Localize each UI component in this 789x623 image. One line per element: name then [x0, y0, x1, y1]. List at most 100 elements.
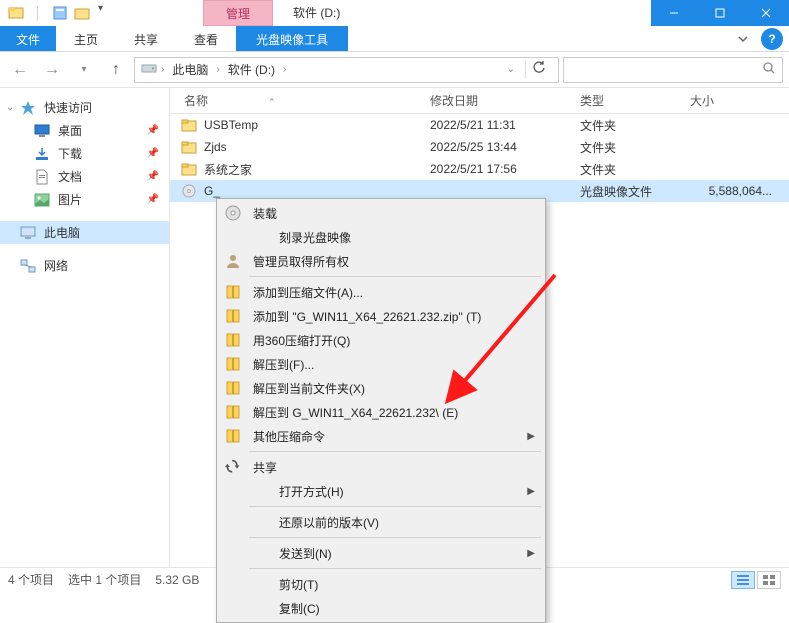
ctx-label: 发送到(N) — [253, 545, 517, 562]
file-tab[interactable]: 文件 — [0, 26, 56, 51]
share-icon — [223, 457, 243, 477]
sidebar-label: 图片 — [58, 191, 82, 208]
zip-icon — [223, 306, 243, 326]
breadcrumb-drive[interactable]: 软件 (D:) — [224, 59, 279, 80]
maximize-button[interactable] — [697, 0, 743, 26]
qat-separator: │ — [28, 3, 48, 23]
qat-dropdown-icon[interactable]: ▾ — [98, 3, 103, 23]
file-type: 文件夹 — [580, 117, 690, 134]
ctx-send-to[interactable]: 发送到(N) ▶ — [219, 541, 543, 565]
zip-icon — [223, 378, 243, 398]
up-button[interactable]: ↑ — [102, 56, 130, 84]
crumb-sep[interactable]: › — [216, 64, 219, 75]
quick-access-toolbar: │ ▾ — [0, 3, 103, 23]
ctx-cut[interactable]: 剪切(T) — [219, 572, 543, 596]
new-folder-icon[interactable] — [72, 3, 92, 23]
sidebar-label: 下载 — [58, 145, 82, 162]
file-date: 2022/5/21 17:56 — [430, 162, 580, 176]
ctx-label: 打开方式(H) — [253, 483, 517, 500]
col-date-header[interactable]: 修改日期 — [430, 92, 580, 109]
home-tab[interactable]: 主页 — [56, 26, 116, 51]
file-name: G_ — [204, 184, 220, 198]
separator — [249, 276, 541, 277]
ctx-mount[interactable]: 装载 — [219, 201, 543, 225]
folder-row[interactable]: USBTemp2022/5/21 11:31文件夹 — [170, 114, 789, 136]
ctx-label: 解压到当前文件夹(X) — [253, 380, 535, 397]
col-type-header[interactable]: 类型 — [580, 92, 690, 109]
separator — [249, 568, 541, 569]
pin-icon: 📌 — [147, 171, 159, 182]
app-icon — [6, 3, 26, 23]
share-tab[interactable]: 共享 — [116, 26, 176, 51]
details-view-button[interactable] — [731, 571, 755, 589]
sidebar-label: 文档 — [58, 168, 82, 185]
disc-tools-tab[interactable]: 光盘映像工具 — [236, 26, 348, 51]
desktop-icon — [34, 123, 50, 139]
sidebar-pictures[interactable]: 图片 📌 — [0, 188, 169, 211]
ribbon-expand-icon[interactable] — [731, 26, 755, 51]
ctx-label: 刻录光盘映像 — [253, 229, 535, 246]
folder-icon — [180, 161, 198, 177]
help-button[interactable]: ? — [761, 28, 783, 50]
forward-button[interactable]: → — [38, 56, 66, 84]
ctx-label: 装载 — [253, 205, 535, 222]
sidebar-network[interactable]: 网络 — [0, 254, 169, 277]
context-menu: 装载 刻录光盘映像 管理员取得所有权 添加到压缩文件(A)... 添加到 "G_… — [216, 198, 546, 623]
refresh-button[interactable] — [525, 61, 552, 78]
col-name-header[interactable]: 名称⌃ — [178, 92, 430, 109]
contextual-tab-group: 管理 软件 (D:) — [203, 0, 360, 26]
quick-access-group[interactable]: ⌄ 快速访问 — [0, 96, 169, 119]
crumb-sep[interactable]: › — [161, 64, 164, 75]
zip-icon — [223, 426, 243, 446]
ctx-burn[interactable]: 刻录光盘映像 — [219, 225, 543, 249]
properties-icon[interactable] — [50, 3, 70, 23]
recent-dropdown-icon[interactable]: ▾ — [70, 56, 98, 84]
crumb-sep[interactable]: › — [283, 64, 286, 75]
breadcrumb-pc[interactable]: 此电脑 — [168, 59, 212, 80]
sidebar-this-pc[interactable]: 此电脑 — [0, 221, 169, 244]
sidebar-documents[interactable]: 文档 📌 — [0, 165, 169, 188]
ctx-open-with[interactable]: 打开方式(H) ▶ — [219, 479, 543, 503]
disc-image-icon — [180, 183, 198, 199]
sidebar-desktop[interactable]: 桌面 📌 — [0, 119, 169, 142]
status-size: 5.32 GB — [155, 573, 199, 587]
chevron-down-icon[interactable]: ⌄ — [6, 102, 14, 113]
ctx-other-compress[interactable]: 其他压缩命令 ▶ — [219, 424, 543, 448]
ctx-copy[interactable]: 复制(C) — [219, 596, 543, 620]
ctx-extract-here[interactable]: 解压到当前文件夹(X) — [219, 376, 543, 400]
address-dropdown-icon[interactable]: ⌄ — [501, 64, 521, 75]
search-box[interactable] — [563, 57, 783, 83]
address-bar[interactable]: › 此电脑 › 软件 (D:) › ⌄ — [134, 57, 559, 83]
ctx-add-to-zip[interactable]: 添加到 "G_WIN11_X64_22621.232.zip" (T) — [219, 304, 543, 328]
pin-icon: 📌 — [147, 194, 159, 205]
sort-indicator-icon: ⌃ — [268, 97, 276, 107]
sidebar-label: 此电脑 — [44, 224, 80, 241]
file-type: 文件夹 — [580, 161, 690, 178]
ctx-share[interactable]: 共享 — [219, 455, 543, 479]
pin-icon: 📌 — [147, 148, 159, 159]
thumbnail-view-button[interactable] — [757, 571, 781, 589]
ctx-admin-ownership[interactable]: 管理员取得所有权 — [219, 249, 543, 273]
minimize-button[interactable] — [651, 0, 697, 26]
address-bar-row: ← → ▾ ↑ › 此电脑 › 软件 (D:) › ⌄ — [0, 52, 789, 88]
folder-row[interactable]: Zjds2022/5/25 13:44文件夹 — [170, 136, 789, 158]
tools-contextual-tab[interactable]: 管理 — [203, 0, 273, 26]
ctx-open-360[interactable]: 用360压缩打开(Q) — [219, 328, 543, 352]
ctx-extract-to[interactable]: 解压到(F)... — [219, 352, 543, 376]
ctx-restore-versions[interactable]: 还原以前的版本(V) — [219, 510, 543, 534]
ctx-label: 还原以前的版本(V) — [253, 514, 535, 531]
view-tab[interactable]: 查看 — [176, 26, 236, 51]
folder-row[interactable]: 系统之家2022/5/21 17:56文件夹 — [170, 158, 789, 180]
document-icon — [34, 169, 50, 185]
file-date: 2022/5/21 11:31 — [430, 118, 580, 132]
ctx-label: 添加到压缩文件(A)... — [253, 284, 535, 301]
col-size-header[interactable]: 大小 — [690, 92, 780, 109]
close-button[interactable] — [743, 0, 789, 26]
file-date: 2022/5/25 13:44 — [430, 140, 580, 154]
ctx-add-archive[interactable]: 添加到压缩文件(A)... — [219, 280, 543, 304]
ctx-label: 共享 — [253, 459, 535, 476]
back-button[interactable]: ← — [6, 56, 34, 84]
zip-icon — [223, 354, 243, 374]
sidebar-downloads[interactable]: 下载 📌 — [0, 142, 169, 165]
ctx-extract-named[interactable]: 解压到 G_WIN11_X64_22621.232\ (E) — [219, 400, 543, 424]
